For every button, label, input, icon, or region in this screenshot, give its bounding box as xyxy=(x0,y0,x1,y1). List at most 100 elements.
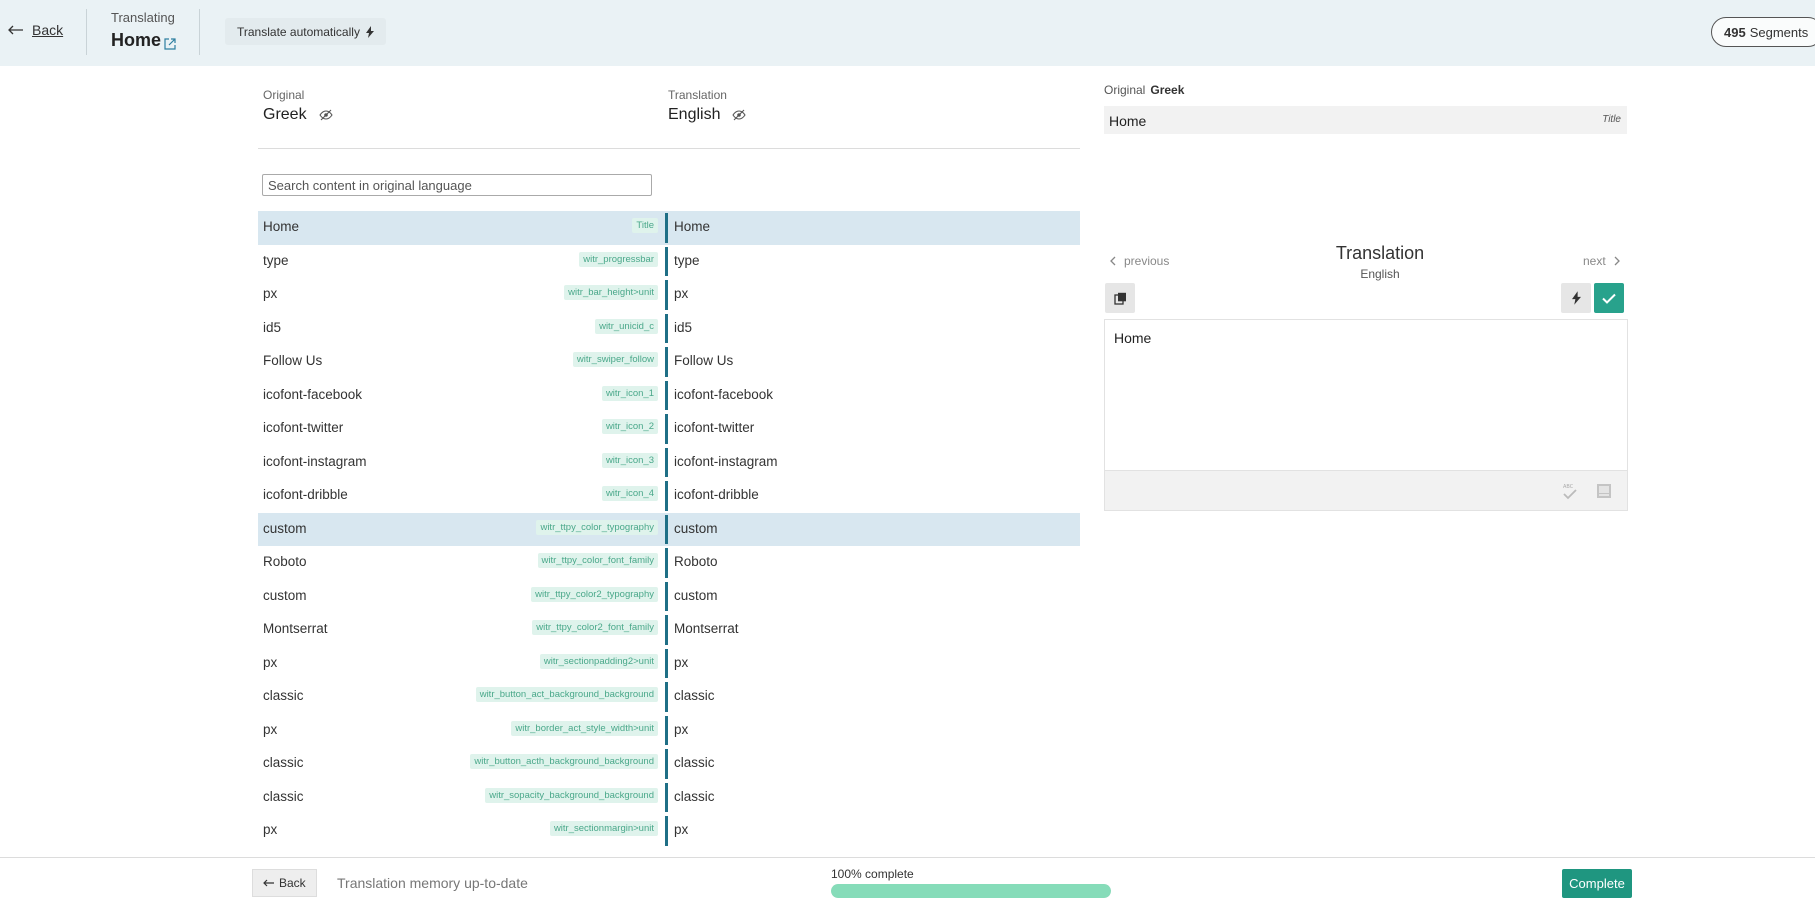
segment-row[interactable]: icofont-twitter witr_icon_2 icofont-twitte… xyxy=(258,412,1080,446)
segment-key-badge: witr_icon_1 xyxy=(601,385,658,401)
segment-original-text: classic xyxy=(263,788,304,804)
segment-row[interactable]: Roboto witr_ttpy_color_font_family Roboto xyxy=(258,546,1080,580)
segment-original: Roboto witr_ttpy_color_font_family xyxy=(258,546,665,580)
segment-original: Montserrat witr_ttpy_color2_font_family xyxy=(258,613,665,647)
segment-row[interactable]: Montserrat witr_ttpy_color2_font_family Mo… xyxy=(258,613,1080,647)
external-link-icon[interactable] xyxy=(163,37,177,51)
back-link[interactable]: Back xyxy=(8,22,63,38)
segment-original: icofont-twitter witr_icon_2 xyxy=(258,412,665,446)
confirm-translation-button[interactable] xyxy=(1594,283,1624,313)
segment-translation-text: Roboto xyxy=(674,554,718,569)
translation-editor[interactable]: Home ABC xyxy=(1104,319,1628,511)
segment-row[interactable]: classic witr_button_act_background_backgr… xyxy=(258,680,1080,714)
spellcheck-icon[interactable]: ABC xyxy=(1560,481,1580,501)
segment-translation-text: Follow Us xyxy=(674,353,734,368)
header-divider xyxy=(199,9,200,55)
segment-original-text: Home xyxy=(263,219,300,234)
bottom-bar: Back Translation memory up-to-date 100% … xyxy=(0,857,1815,904)
segment-row[interactable]: px witr_border_act_style_width>unit px xyxy=(258,714,1080,748)
segment-row[interactable]: px witr_bar_height>unit px xyxy=(258,278,1080,312)
segment-row[interactable]: custom witr_ttpy_color2_typography custom xyxy=(258,580,1080,614)
segment-translation-text: classic xyxy=(674,788,715,804)
segment-original-text: Follow Us xyxy=(263,353,323,368)
segment-row[interactable]: icofont-facebook witr_icon_1 icofont-faceb… xyxy=(258,379,1080,413)
segment-translation: id5 xyxy=(668,312,1080,346)
segment-row[interactable]: Home Title Home xyxy=(258,211,1080,245)
segment-translation: classic xyxy=(668,680,1080,714)
segment-translation: icofont-twitter xyxy=(668,412,1080,446)
segment-translation: Montserrat xyxy=(668,613,1080,647)
segment-row[interactable]: icofont-dribble witr_icon_4 icofont-dribbl… xyxy=(258,479,1080,513)
translate-automatically-button[interactable]: Translate automatically xyxy=(225,18,386,45)
segment-translation-text: icofont-dribble xyxy=(674,487,759,502)
footer-back-label: Back xyxy=(279,876,306,890)
segment-row[interactable]: px witr_sectionmargin>unit px xyxy=(258,814,1080,848)
glossary-icon[interactable] xyxy=(1594,481,1614,501)
svg-text:ABC: ABC xyxy=(1563,484,1574,490)
segment-original: custom witr_ttpy_color_typography xyxy=(258,513,665,547)
editor-toolbar: ABC xyxy=(1105,470,1627,510)
segment-translation-text: px xyxy=(674,721,689,737)
segment-original: px witr_border_act_style_width>unit xyxy=(258,714,665,748)
segments-counter[interactable]: 495 Segments xyxy=(1711,17,1815,47)
translation-caption: Translation xyxy=(668,88,727,102)
segment-key-badge: witr_icon_2 xyxy=(601,419,658,434)
segment-row[interactable]: classic witr_sopacity_background_backgrou… xyxy=(258,781,1080,815)
segment-key-badge: witr_sopacity_background_background xyxy=(485,787,658,803)
segments-count: 495 xyxy=(1724,24,1746,40)
footer-back-button[interactable]: Back xyxy=(252,869,317,897)
segment-row[interactable]: icofont-instagram witr_icon_3 icofont-inst… xyxy=(258,446,1080,480)
segment-list: Home Title Home type witr_progressbar type px w… xyxy=(258,211,1080,848)
segment-original: icofont-instagram witr_icon_3 xyxy=(258,446,665,480)
segment-row[interactable]: custom witr_ttpy_color_typography custom xyxy=(258,512,1080,547)
search-input[interactable] xyxy=(262,174,652,196)
translation-editor-text[interactable]: Home xyxy=(1114,330,1151,346)
segment-row[interactable]: px witr_sectionpadding2>unit px xyxy=(258,647,1080,681)
segment-translation: classic xyxy=(668,747,1080,781)
segment-original-text: classic xyxy=(263,755,304,770)
segment-original-text: Roboto xyxy=(263,554,307,569)
segment-original: custom witr_ttpy_color2_typography xyxy=(258,580,665,614)
segment-original-text: px xyxy=(263,286,278,301)
translating-label: Translating xyxy=(111,10,175,25)
copy-original-button[interactable] xyxy=(1105,283,1135,313)
heading-divider xyxy=(258,148,1080,149)
lightning-icon xyxy=(365,25,374,38)
next-label: next xyxy=(1583,254,1606,268)
original-language-heading: Original Greek xyxy=(263,88,333,124)
segment-original: Home Title xyxy=(258,211,665,245)
segment-original: icofont-dribble witr_icon_4 xyxy=(258,479,665,513)
back-link-label: Back xyxy=(32,22,64,38)
complete-button[interactable]: Complete xyxy=(1562,869,1632,898)
segment-original-text: icofont-facebook xyxy=(263,386,363,402)
segment-translation: custom xyxy=(668,513,1080,547)
segment-row[interactable]: id5 witr_unicid_c id5 xyxy=(258,312,1080,346)
segment-row[interactable]: Follow Us witr_swiper_follow Follow Us xyxy=(258,345,1080,379)
panel-original-language: Greek xyxy=(1150,83,1185,97)
original-caption: Original xyxy=(263,88,305,102)
auto-translate-segment-button[interactable] xyxy=(1561,283,1591,313)
segment-original: type witr_progressbar xyxy=(258,245,665,279)
segment-original-text: classic xyxy=(263,688,304,703)
segment-original-text: Montserrat xyxy=(263,621,328,636)
segment-translation-text: Montserrat xyxy=(674,621,739,636)
eye-off-icon[interactable] xyxy=(732,109,747,121)
segment-key-badge: witr_unicid_c xyxy=(595,318,658,334)
segment-row[interactable]: type witr_progressbar type xyxy=(258,245,1080,279)
segment-original: icofont-facebook witr_icon_1 xyxy=(258,379,665,413)
previous-segment-button[interactable]: previous xyxy=(1110,254,1169,268)
segment-translation-text: custom xyxy=(674,587,718,603)
segment-translation: px xyxy=(668,714,1080,748)
segment-original-text: px xyxy=(263,721,278,737)
segment-original: px witr_bar_height>unit xyxy=(258,278,665,312)
panel-original-text-box: Home Title xyxy=(1104,106,1627,134)
segment-translation-text: custom xyxy=(674,520,718,536)
next-segment-button[interactable]: next xyxy=(1583,254,1620,268)
header-divider xyxy=(86,9,87,55)
eye-off-icon[interactable] xyxy=(318,109,333,121)
segment-translation-text: icofont-instagram xyxy=(674,453,778,469)
segment-row[interactable]: classic witr_button_acth_background_backg… xyxy=(258,747,1080,781)
segment-key-badge: witr_ttpy_color2_font_family xyxy=(532,620,658,635)
panel-original-caption: Original xyxy=(1104,83,1146,97)
previous-label: previous xyxy=(1124,254,1170,268)
